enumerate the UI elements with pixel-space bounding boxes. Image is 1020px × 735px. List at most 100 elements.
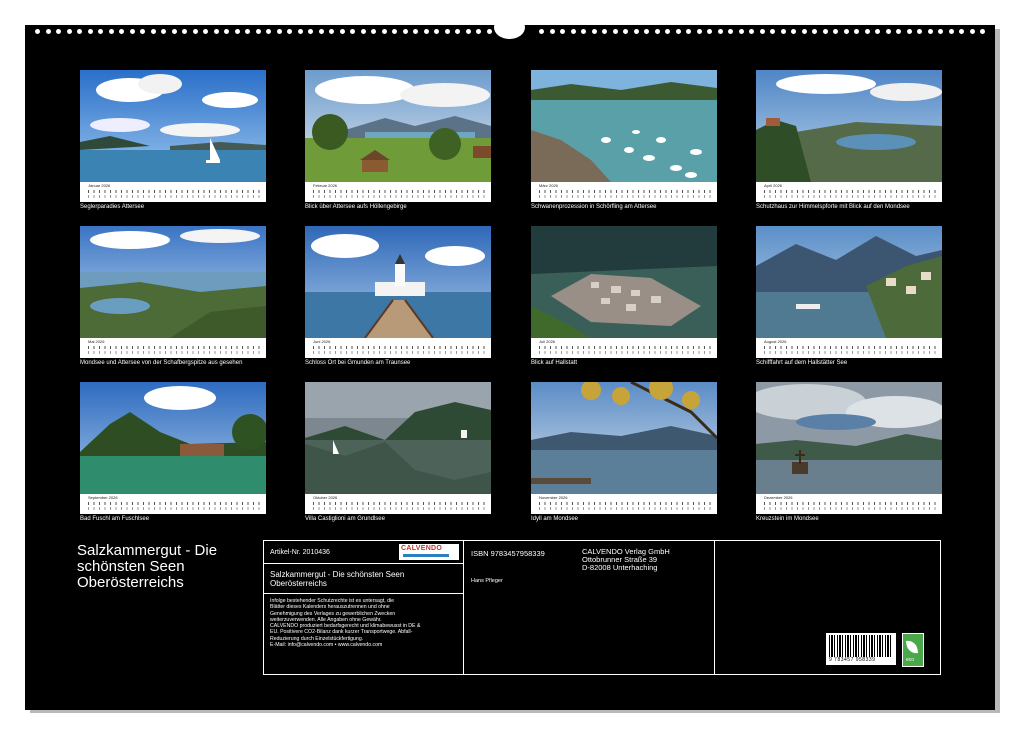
binding-hole — [739, 29, 744, 34]
month-name: Januar 2026 — [88, 184, 110, 188]
photo-caption: Bad Fuschl am Fuschlsee — [80, 516, 280, 522]
divider — [264, 563, 464, 564]
calendar-grid: Oktober 2026 — [305, 494, 491, 514]
month-name: März 2026 — [539, 184, 558, 188]
binding-hole — [392, 29, 397, 34]
month-name: Mai 2026 — [88, 340, 104, 344]
photo-caption: Seglerparadies Attersee — [80, 204, 280, 210]
binding-hole — [35, 29, 40, 34]
month-name: November 2026 — [539, 496, 567, 500]
binding-hole — [917, 29, 922, 34]
day-row — [539, 195, 711, 198]
binding-hole — [938, 29, 943, 34]
binding-hole — [539, 29, 544, 34]
barcode-number: 9 783457 958339 — [829, 657, 875, 663]
day-row — [88, 351, 260, 354]
binding-hole — [277, 29, 282, 34]
title-line: Salzkammergut - Die — [77, 543, 247, 559]
binding-hole — [571, 29, 576, 34]
photo-august — [756, 226, 942, 338]
binding-hole — [235, 29, 240, 34]
imprint-box: Artikel-Nr. 2010436 CALVENDO Salzkammerg… — [263, 540, 941, 675]
photo-caption: Schifffahrt auf dem Hallstätter See — [756, 360, 956, 366]
day-row — [88, 507, 260, 510]
binding-hole — [298, 29, 303, 34]
binding-hole — [266, 29, 271, 34]
binding-hole — [413, 29, 418, 34]
divider — [264, 593, 464, 594]
photo-caption: Schwanenprozession in Schörfling am Atte… — [531, 204, 731, 210]
binding-hole — [749, 29, 754, 34]
day-row — [313, 351, 485, 354]
binding-hole — [959, 29, 964, 34]
calendar-grid: November 2026 — [531, 494, 717, 514]
binding-hole — [697, 29, 702, 34]
calendar-grid: Mai 2026 — [80, 338, 266, 358]
calendar-grid: April 2026 — [756, 182, 942, 202]
legal-line: E-Mail: info@calvendo.com • www.calvendo… — [270, 642, 420, 648]
binding-hole — [214, 29, 219, 34]
binding-hole — [67, 29, 72, 34]
binding-hole — [109, 29, 114, 34]
binding-hole — [161, 29, 166, 34]
photo-april — [756, 70, 942, 182]
binding-hole — [455, 29, 460, 34]
title-line: schönsten Seen — [77, 559, 247, 575]
title-line: Oberösterreichs — [77, 575, 247, 591]
calendar-grid: August 2026 — [756, 338, 942, 358]
binding-hole — [655, 29, 660, 34]
binding-hole — [193, 29, 198, 34]
binding-hole — [802, 29, 807, 34]
legal-notice: Infolge bestehender Schutzrechte ist es … — [270, 598, 420, 648]
author: Hans Pfleger — [471, 578, 503, 584]
calendar-grid: Juli 2026 — [531, 338, 717, 358]
binding-hole — [119, 29, 124, 34]
binding-hole — [854, 29, 859, 34]
binding-hole — [140, 29, 145, 34]
binding-hole — [88, 29, 93, 34]
binding-hole — [812, 29, 817, 34]
month-name: Februar 2026 — [313, 184, 337, 188]
photo-caption: Schutzhaus zur Himmelspforte mit Blick a… — [756, 204, 956, 210]
calendar-grid: März 2026 — [531, 182, 717, 202]
day-row — [313, 195, 485, 198]
legal-line: EU. Positivere CO2-Bilanz dank kurzer Tr… — [270, 629, 420, 635]
subtitle-line: Salzkammergut - Die schönsten Seen — [270, 570, 404, 579]
binding-hole — [487, 29, 492, 34]
photo-caption: Idyll am Mondsee — [531, 516, 731, 522]
binding-hole — [182, 29, 187, 34]
binding-hole — [949, 29, 954, 34]
photo-september — [80, 382, 266, 494]
binding-hole — [707, 29, 712, 34]
binding-hole — [445, 29, 450, 34]
binding-hole — [728, 29, 733, 34]
binding-hole — [130, 29, 135, 34]
leaf-icon — [906, 639, 918, 655]
binding-hole — [581, 29, 586, 34]
photo-december — [756, 382, 942, 494]
photo-october — [305, 382, 491, 494]
calendar-grid: Februar 2026 — [305, 182, 491, 202]
publisher: CALVENDO Verlag GmbH Ottobrunner Straße … — [582, 548, 670, 572]
barcode: 9 783457 958339 — [826, 633, 896, 665]
barcode-bars — [829, 635, 893, 657]
binding-hole — [823, 29, 828, 34]
binding-hole — [350, 29, 355, 34]
binding-hole — [676, 29, 681, 34]
publisher-line: D-82008 Unterhaching — [582, 564, 670, 572]
month-name: Dezember 2026 — [764, 496, 792, 500]
month-name: Juni 2026 — [313, 340, 330, 344]
calendar-title: Salzkammergut - Die schönsten Seen Oberö… — [77, 543, 247, 591]
divider — [714, 541, 715, 674]
binding-hole — [466, 29, 471, 34]
binding-hole — [770, 29, 775, 34]
calendar-grid: Juni 2026 — [305, 338, 491, 358]
calvendo-logo: CALVENDO — [399, 544, 459, 560]
binding-hole — [865, 29, 870, 34]
binding-hole — [602, 29, 607, 34]
binding-hole — [361, 29, 366, 34]
photo-march — [531, 70, 717, 182]
day-row — [88, 195, 260, 198]
day-row — [539, 351, 711, 354]
binding-hole — [476, 29, 481, 34]
